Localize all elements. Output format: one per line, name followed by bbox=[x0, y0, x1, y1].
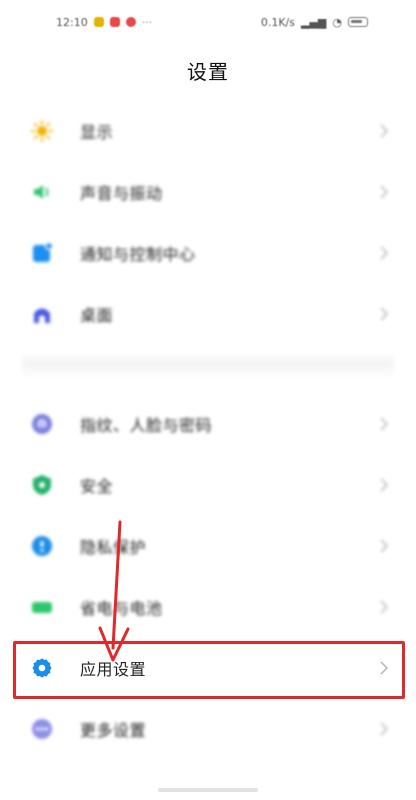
settings-item-security[interactable]: 安全 bbox=[0, 454, 416, 515]
shield-icon bbox=[30, 473, 54, 497]
settings-item-label: 更多设置 bbox=[80, 720, 147, 740]
settings-item-more[interactable]: 更多设置 bbox=[0, 698, 416, 759]
settings-item-display[interactable]: 显示 bbox=[0, 100, 416, 161]
settings-item-label: 隐私保护 bbox=[80, 537, 147, 557]
privacy-icon bbox=[30, 534, 54, 558]
settings-item-battery[interactable]: 省电与电池 bbox=[0, 576, 416, 637]
settings-item-label: 声音与振动 bbox=[80, 183, 163, 203]
chevron-right-icon bbox=[378, 184, 390, 200]
settings-item-fingerprint[interactable]: 指纹、人脸与密码 bbox=[0, 393, 416, 454]
wifi-icon: ◔ bbox=[332, 15, 342, 29]
chevron-right-icon bbox=[378, 538, 390, 554]
status-time: 12:10 bbox=[56, 15, 88, 29]
notification-icon bbox=[30, 241, 54, 265]
signal-icon: ▂▄▆ bbox=[301, 15, 327, 29]
more-icon bbox=[30, 717, 54, 741]
chevron-right-icon bbox=[378, 123, 390, 139]
message-notification-icon bbox=[109, 17, 120, 27]
settings-item-label: 通知与控制中心 bbox=[80, 244, 196, 264]
settings-item-label: 指纹、人脸与密码 bbox=[80, 415, 213, 435]
gear-icon bbox=[30, 656, 54, 680]
home-icon bbox=[30, 302, 54, 326]
settings-group-2: 指纹、人脸与密码 安全 隐私保护 省电与电池 应用设置 更多设置 bbox=[0, 393, 416, 759]
weibo-notification-icon bbox=[125, 17, 136, 27]
settings-item-label: 应用设置 bbox=[80, 659, 147, 679]
gesture-bar bbox=[158, 788, 258, 792]
settings-screen: 12:10 ··· 0.1K/s ▂▄▆ ◔ 设置 显示 声音与振动 通知与控制… bbox=[0, 0, 416, 800]
settings-item-privacy[interactable]: 隐私保护 bbox=[0, 515, 416, 576]
sun-icon bbox=[30, 119, 54, 143]
settings-item-notifications[interactable]: 通知与控制中心 bbox=[0, 222, 416, 283]
battery-icon bbox=[348, 17, 368, 27]
settings-item-label: 安全 bbox=[80, 476, 114, 496]
settings-item-label: 桌面 bbox=[80, 305, 114, 325]
status-left: 12:10 ··· bbox=[56, 16, 152, 29]
settings-item-app-settings[interactable]: 应用设置 bbox=[0, 637, 416, 698]
chevron-right-icon bbox=[378, 245, 390, 261]
chevron-right-icon bbox=[378, 306, 390, 322]
settings-item-sound[interactable]: 声音与振动 bbox=[0, 161, 416, 222]
settings-item-label: 省电与电池 bbox=[80, 598, 163, 618]
network-speed: 0.1K/s bbox=[260, 15, 295, 29]
page-title: 设置 bbox=[187, 60, 229, 84]
group-divider bbox=[22, 352, 394, 378]
app-notification-icon bbox=[93, 17, 104, 27]
chevron-right-icon bbox=[378, 416, 390, 432]
settings-item-label: 显示 bbox=[80, 122, 114, 142]
status-right: 0.1K/s ▂▄▆ ◔ bbox=[261, 16, 368, 29]
chevron-right-icon bbox=[378, 599, 390, 615]
battery-saver-icon bbox=[30, 595, 54, 619]
speaker-icon bbox=[30, 180, 54, 204]
status-bar: 12:10 ··· 0.1K/s ▂▄▆ ◔ bbox=[0, 0, 416, 44]
settings-item-desktop[interactable]: 桌面 bbox=[0, 283, 416, 344]
chevron-right-icon bbox=[378, 721, 390, 737]
chevron-right-icon bbox=[378, 660, 390, 676]
fingerprint-icon bbox=[30, 412, 54, 436]
more-notifications-icon: ··· bbox=[141, 15, 153, 29]
chevron-right-icon bbox=[378, 477, 390, 493]
settings-group-1: 显示 声音与振动 通知与控制中心 桌面 bbox=[0, 100, 416, 344]
